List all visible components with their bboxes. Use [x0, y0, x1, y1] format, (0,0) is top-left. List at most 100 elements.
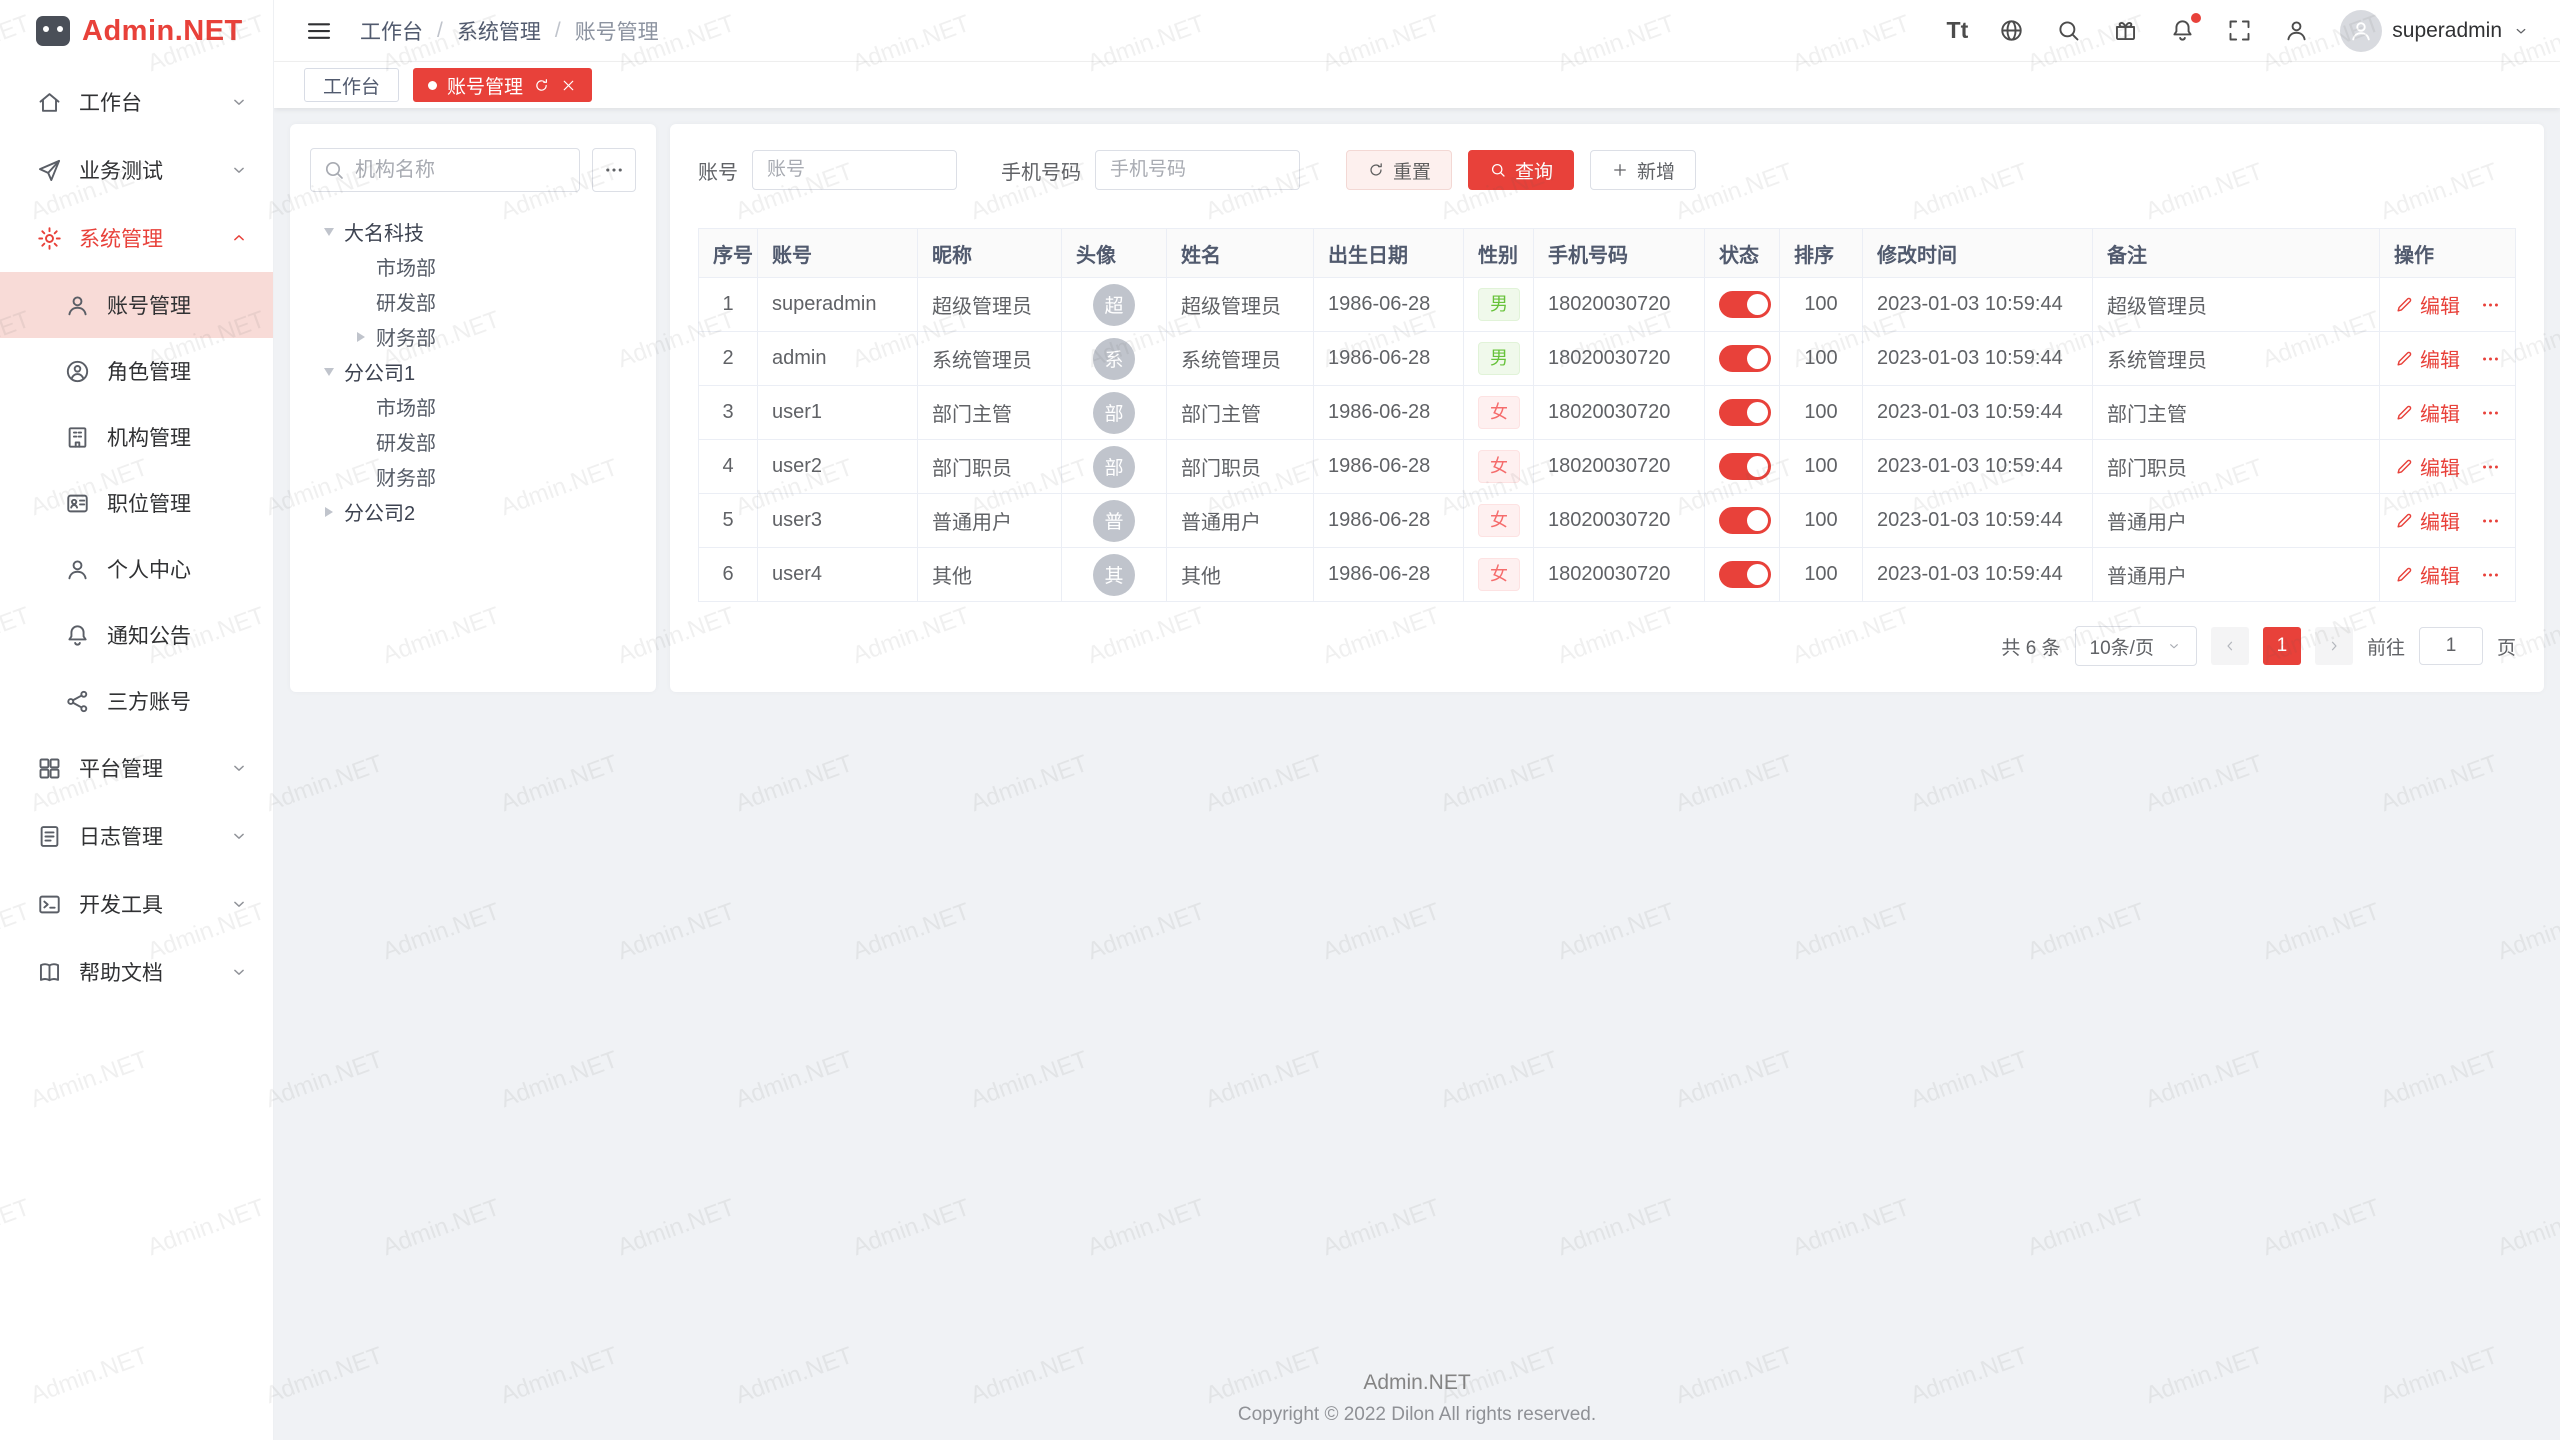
reset-button[interactable]: 重置: [1346, 150, 1452, 190]
breadcrumb-item[interactable]: 工作台: [360, 16, 423, 46]
sidebar-item-position-mgmt[interactable]: 职位管理: [0, 470, 273, 536]
tree-node[interactable]: 分公司1: [310, 354, 636, 389]
sidebar-item-account-mgmt[interactable]: 账号管理: [0, 272, 273, 338]
edit-button[interactable]: 编辑: [2394, 344, 2460, 373]
account-panel: 账号 手机号码 重置 查询 新增 序号账: [670, 124, 2544, 692]
tree-caret-icon[interactable]: [318, 361, 340, 383]
tree-node[interactable]: 市场部: [310, 389, 636, 424]
app-logo[interactable]: Admin.NET: [0, 0, 273, 62]
org-search: [310, 148, 580, 192]
tree-node[interactable]: 财务部: [310, 319, 636, 354]
sidebar-item-third-account[interactable]: 三方账号: [0, 668, 273, 734]
cell-birth: 1986-06-28: [1314, 332, 1464, 386]
tree-node[interactable]: 分公司2: [310, 494, 636, 529]
edit-label: 编辑: [2420, 506, 2460, 535]
row-more-button[interactable]: [2480, 293, 2501, 317]
tab-workbench[interactable]: 工作台: [304, 68, 399, 102]
next-page-button[interactable]: [2315, 627, 2353, 665]
cell-account: superadmin: [758, 278, 918, 332]
language-icon[interactable]: [1998, 17, 2025, 44]
cell-index: 1: [699, 278, 758, 332]
row-more-button[interactable]: [2480, 401, 2501, 425]
status-toggle[interactable]: [1719, 453, 1771, 480]
status-toggle[interactable]: [1719, 291, 1771, 318]
tree-more-button[interactable]: [592, 148, 636, 192]
theme-icon[interactable]: [2112, 17, 2139, 44]
notification-bell-icon[interactable]: [2169, 17, 2196, 44]
sidebar-item-role-mgmt[interactable]: 角色管理: [0, 338, 273, 404]
more-icon: [603, 159, 625, 181]
cell-phone: 18020030720: [1534, 386, 1705, 440]
status-toggle[interactable]: [1719, 399, 1771, 426]
cell-name: 超级管理员: [1167, 278, 1314, 332]
prev-page-button[interactable]: [2211, 627, 2249, 665]
cell-gender: 女: [1464, 440, 1534, 494]
header-row: 序号账号昵称头像姓名出生日期性别手机号码状态排序修改时间备注操作: [699, 229, 2516, 278]
edit-button[interactable]: 编辑: [2394, 290, 2460, 319]
tree-node[interactable]: 市场部: [310, 249, 636, 284]
edit-label: 编辑: [2420, 560, 2460, 589]
row-more-button[interactable]: [2480, 563, 2501, 587]
sidebar-item-platform-mgmt[interactable]: 平台管理: [0, 734, 273, 802]
sidebar-item-log-mgmt[interactable]: 日志管理: [0, 802, 273, 870]
table-row: 3user1部门主管部部门主管1986-06-28女18020030720100…: [699, 386, 2516, 440]
tree-caret-icon[interactable]: [318, 501, 340, 523]
gender-badge: 女: [1478, 504, 1520, 536]
edit-button[interactable]: 编辑: [2394, 560, 2460, 589]
sidebar-item-workbench[interactable]: 工作台: [0, 68, 273, 136]
page-size-select[interactable]: 10条/页: [2075, 626, 2197, 666]
font-size-icon[interactable]: Tt: [1947, 17, 1969, 44]
tab-account-mgmt[interactable]: 账号管理: [413, 68, 592, 102]
sidebar-item-notice[interactable]: 通知公告: [0, 602, 273, 668]
sidebar-menu: 工作台业务测试系统管理账号管理角色管理机构管理职位管理个人中心通知公告三方账号平…: [0, 62, 273, 1006]
breadcrumb-item[interactable]: 系统管理: [457, 16, 541, 46]
grid-icon: [36, 755, 63, 782]
cell-birth: 1986-06-28: [1314, 440, 1464, 494]
search-icon[interactable]: [2055, 17, 2082, 44]
cell-gender: 女: [1464, 386, 1534, 440]
cell-nickname: 部门主管: [918, 386, 1062, 440]
fullscreen-icon[interactable]: [2226, 17, 2253, 44]
tab-refresh-icon[interactable]: [533, 77, 550, 94]
status-toggle[interactable]: [1719, 345, 1771, 372]
sidebar-item-business-test[interactable]: 业务测试: [0, 136, 273, 204]
row-more-button[interactable]: [2480, 455, 2501, 479]
sidebar-item-help-docs[interactable]: 帮助文档: [0, 938, 273, 1006]
page-button-1[interactable]: 1: [2263, 627, 2301, 665]
sidebar-item-system-mgmt[interactable]: 系统管理: [0, 204, 273, 272]
edit-button[interactable]: 编辑: [2394, 452, 2460, 481]
sidebar-item-personal-center[interactable]: 个人中心: [0, 536, 273, 602]
user-menu[interactable]: superadmin: [2340, 10, 2530, 52]
tree-node[interactable]: 大名科技: [310, 214, 636, 249]
tree-caret-icon[interactable]: [350, 326, 372, 348]
tree-caret-icon[interactable]: [318, 221, 340, 243]
column-header: 修改时间: [1863, 229, 2093, 278]
breadcrumb-separator: /: [437, 19, 443, 43]
add-button[interactable]: 新增: [1590, 150, 1696, 190]
goto-page-input[interactable]: [2419, 627, 2483, 665]
status-toggle[interactable]: [1719, 507, 1771, 534]
edit-icon: [2394, 403, 2414, 423]
account-filter-input[interactable]: [752, 150, 957, 190]
row-more-button[interactable]: [2480, 347, 2501, 371]
cell-actions: 编辑: [2380, 494, 2516, 548]
sidebar-item-dev-tools[interactable]: 开发工具: [0, 870, 273, 938]
phone-filter-input[interactable]: [1095, 150, 1300, 190]
status-toggle[interactable]: [1719, 561, 1771, 588]
tab-close-icon[interactable]: [560, 77, 577, 94]
page-size-value: 10条/页: [2090, 633, 2154, 660]
sidebar-item-org-mgmt[interactable]: 机构管理: [0, 404, 273, 470]
menu-toggle-icon[interactable]: [304, 16, 334, 46]
tree-node[interactable]: 财务部: [310, 459, 636, 494]
cell-birth: 1986-06-28: [1314, 494, 1464, 548]
profile-icon[interactable]: [2283, 17, 2310, 44]
notification-badge: [2191, 13, 2201, 23]
tree-node[interactable]: 研发部: [310, 284, 636, 319]
row-more-button[interactable]: [2480, 509, 2501, 533]
query-button[interactable]: 查询: [1468, 150, 1574, 190]
edit-button[interactable]: 编辑: [2394, 506, 2460, 535]
edit-button[interactable]: 编辑: [2394, 398, 2460, 427]
org-search-input[interactable]: [310, 148, 580, 192]
tree-node[interactable]: 研发部: [310, 424, 636, 459]
plus-icon: [1611, 161, 1629, 179]
